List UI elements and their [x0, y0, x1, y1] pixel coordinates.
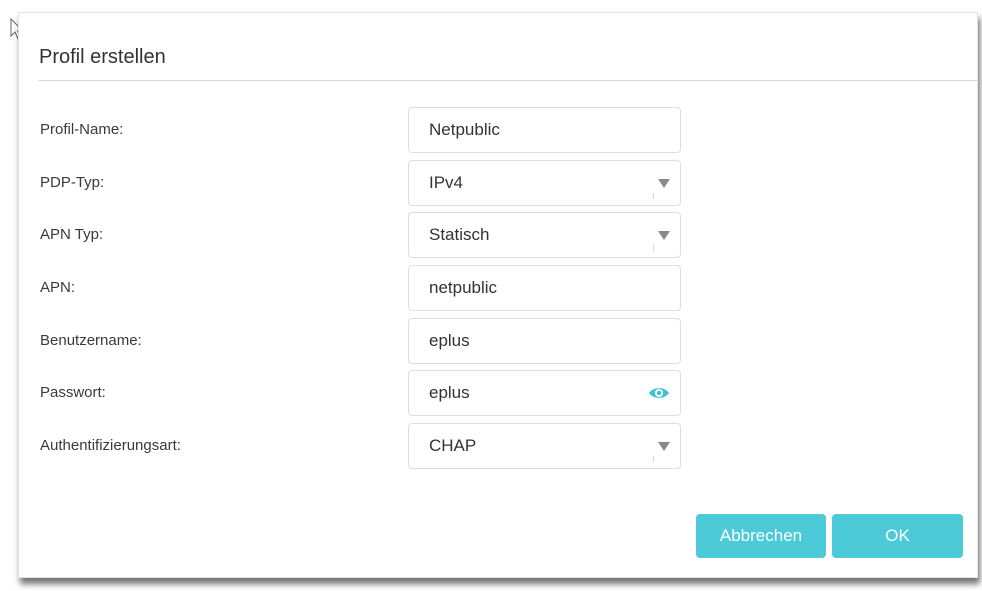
apn-field[interactable]	[408, 265, 681, 311]
password-input[interactable]	[429, 371, 629, 415]
select-tick	[653, 245, 654, 251]
profile-name-row: Profil-Name:	[19, 107, 979, 153]
apn-type-row: APN Typ: Statisch	[19, 212, 979, 258]
profile-name-label: Profil-Name:	[40, 121, 124, 138]
ok-button[interactable]: OK	[832, 514, 963, 558]
chevron-down-icon[interactable]	[658, 231, 670, 240]
password-label: Passwort:	[40, 384, 106, 401]
select-tick	[653, 193, 654, 199]
apn-type-select[interactable]: Statisch	[408, 212, 681, 258]
chevron-down-icon[interactable]	[658, 442, 670, 451]
username-row: Benutzername:	[19, 318, 979, 364]
apn-type-value: Statisch	[429, 225, 490, 244]
auth-type-row: Authentifizierungsart: CHAP	[19, 423, 979, 469]
screen: Profil erstellen Profil-Name: PDP-Typ: I…	[0, 0, 982, 591]
chevron-down-icon[interactable]	[658, 179, 670, 188]
pdp-type-select[interactable]: IPv4	[408, 160, 681, 206]
username-input[interactable]	[429, 319, 629, 363]
apn-input[interactable]	[429, 266, 629, 310]
title-divider	[38, 80, 977, 81]
create-profile-dialog: Profil erstellen Profil-Name: PDP-Typ: I…	[18, 12, 978, 578]
pdp-type-label: PDP-Typ:	[40, 174, 105, 191]
auth-type-select[interactable]: CHAP	[408, 423, 681, 469]
apn-label: APN:	[40, 279, 76, 296]
password-row: Passwort:	[19, 370, 979, 416]
apn-row: APN:	[19, 265, 979, 311]
password-field[interactable]	[408, 370, 681, 416]
auth-type-label: Authentifizierungsart:	[40, 437, 181, 454]
apn-type-label: APN Typ:	[40, 226, 104, 243]
pdp-type-row: PDP-Typ: IPv4	[19, 160, 979, 206]
profile-name-input[interactable]	[429, 108, 629, 152]
select-tick	[653, 456, 654, 462]
username-field[interactable]	[408, 318, 681, 364]
auth-type-value: CHAP	[429, 436, 477, 455]
dialog-title: Profil erstellen	[39, 46, 166, 68]
eye-icon[interactable]	[648, 384, 670, 402]
username-label: Benutzername:	[40, 332, 142, 349]
cancel-button[interactable]: Abbrechen	[696, 514, 826, 558]
pdp-type-value: IPv4	[429, 173, 464, 192]
profile-name-field[interactable]	[408, 107, 681, 153]
